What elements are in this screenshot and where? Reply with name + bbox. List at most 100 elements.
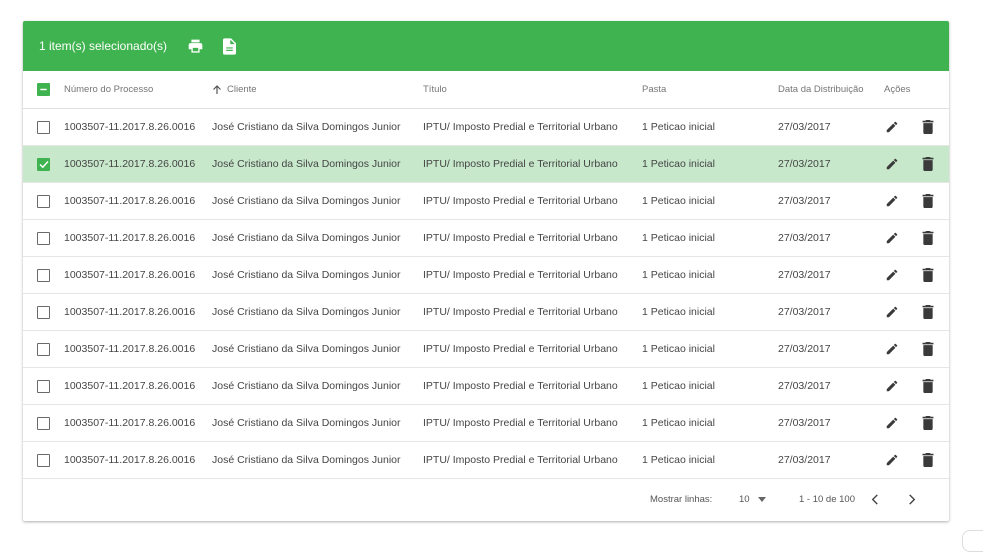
row-checkbox-cell — [37, 294, 50, 330]
cell-cliente: José Cristiano da Silva Domingos Junior — [212, 195, 401, 207]
cell-titulo: IPTU/ Imposto Predial e Territorial Urba… — [423, 121, 618, 133]
printer-icon[interactable] — [185, 36, 205, 56]
rows-per-page-label: Mostrar linhas: — [650, 493, 713, 505]
row-checkbox[interactable] — [37, 268, 50, 282]
row-checkbox[interactable] — [37, 120, 50, 134]
row-checkbox-cell — [37, 368, 50, 404]
table-row[interactable]: 1003507-11.2017.8.26.0016 José Cristiano … — [23, 183, 949, 220]
cell-pasta: 1 Peticao inicial — [642, 195, 715, 207]
edit-pencil-icon[interactable] — [883, 340, 901, 358]
edit-pencil-icon[interactable] — [883, 377, 901, 395]
table-row[interactable]: 1003507-11.2017.8.26.0016 José Cristiano … — [23, 109, 949, 146]
table-row[interactable]: 1003507-11.2017.8.26.0016 José Cristiano … — [23, 368, 949, 405]
cell-data: 27/03/2017 — [778, 158, 831, 170]
cell-numero: 1003507-11.2017.8.26.0016 — [64, 158, 196, 170]
cell-pasta: 1 Peticao inicial — [642, 158, 715, 170]
cell-pasta: 1 Peticao inicial — [642, 306, 715, 318]
table-row[interactable]: 1003507-11.2017.8.26.0016 José Cristiano … — [23, 331, 949, 368]
row-checkbox[interactable] — [37, 379, 50, 393]
cell-numero: 1003507-11.2017.8.26.0016 — [64, 306, 196, 318]
pagination-bar: Mostrar linhas: 10 1 - 10 de 100 — [23, 477, 949, 521]
chevron-left-icon[interactable] — [871, 477, 879, 521]
delete-trash-icon[interactable] — [919, 340, 937, 358]
delete-trash-icon[interactable] — [919, 377, 937, 395]
delete-trash-icon[interactable] — [919, 155, 937, 173]
table-row[interactable]: 1003507-11.2017.8.26.0016 José Cristiano … — [23, 257, 949, 294]
delete-trash-icon[interactable] — [919, 414, 937, 432]
cell-numero: 1003507-11.2017.8.26.0016 — [64, 380, 196, 392]
row-checkbox-cell — [37, 220, 50, 256]
edit-pencil-icon[interactable] — [883, 414, 901, 432]
table-row[interactable]: 1003507-11.2017.8.26.0016 José Cristiano … — [23, 294, 949, 331]
cell-data: 27/03/2017 — [778, 380, 831, 392]
row-checkbox[interactable] — [37, 157, 50, 171]
cell-pasta: 1 Peticao inicial — [642, 343, 715, 355]
select-all-checkbox[interactable] — [37, 83, 50, 96]
cell-data: 27/03/2017 — [778, 306, 831, 318]
rows-per-page-select[interactable]: 10 — [739, 477, 766, 521]
rows-per-page-value: 10 — [739, 493, 750, 505]
cell-titulo: IPTU/ Imposto Predial e Territorial Urba… — [423, 343, 618, 355]
delete-trash-icon[interactable] — [919, 229, 937, 247]
row-checkbox[interactable] — [37, 416, 50, 430]
cell-pasta: 1 Peticao inicial — [642, 232, 715, 244]
delete-trash-icon[interactable] — [919, 192, 937, 210]
cell-numero: 1003507-11.2017.8.26.0016 — [64, 121, 196, 133]
table-row[interactable]: 1003507-11.2017.8.26.0016 José Cristiano … — [23, 220, 949, 257]
column-header-numero[interactable]: Número do Processo — [64, 71, 153, 108]
cell-titulo: IPTU/ Imposto Predial e Territorial Urba… — [423, 454, 618, 466]
row-checkbox[interactable] — [37, 231, 50, 245]
row-checkbox[interactable] — [37, 453, 50, 467]
cell-cliente: José Cristiano da Silva Domingos Junior — [212, 232, 401, 244]
cell-pasta: 1 Peticao inicial — [642, 121, 715, 133]
row-checkbox[interactable] — [37, 305, 50, 319]
edit-pencil-icon[interactable] — [883, 118, 901, 136]
column-header-pasta[interactable]: Pasta — [642, 71, 666, 108]
cell-cliente: José Cristiano da Silva Domingos Junior — [212, 158, 401, 170]
column-header-cliente[interactable]: Cliente — [212, 71, 257, 108]
document-icon[interactable] — [219, 36, 239, 56]
cell-titulo: IPTU/ Imposto Predial e Territorial Urba… — [423, 380, 618, 392]
edit-pencil-icon[interactable] — [883, 229, 901, 247]
delete-trash-icon[interactable] — [919, 118, 937, 136]
column-header-cliente-label: Cliente — [227, 84, 257, 95]
cell-cliente: José Cristiano da Silva Domingos Junior — [212, 121, 401, 133]
cell-cliente: José Cristiano da Silva Domingos Junior — [212, 343, 401, 355]
arrow-up-icon — [212, 84, 222, 95]
cell-titulo: IPTU/ Imposto Predial e Territorial Urba… — [423, 232, 618, 244]
caret-down-icon — [757, 496, 766, 502]
table-row[interactable]: 1003507-11.2017.8.26.0016 José Cristiano … — [23, 146, 949, 183]
row-checkbox-cell — [37, 257, 50, 293]
selection-toolbar: 1 item(s) selecionado(s) — [23, 21, 949, 71]
chevron-right-icon[interactable] — [908, 477, 916, 521]
edit-pencil-icon[interactable] — [883, 303, 901, 321]
cell-data: 27/03/2017 — [778, 269, 831, 281]
table-row[interactable]: 1003507-11.2017.8.26.0016 José Cristiano … — [23, 405, 949, 442]
cell-cliente: José Cristiano da Silva Domingos Junior — [212, 454, 401, 466]
row-checkbox-cell — [37, 109, 50, 145]
table-row[interactable]: 1003507-11.2017.8.26.0016 José Cristiano … — [23, 442, 949, 479]
cell-titulo: IPTU/ Imposto Predial e Territorial Urba… — [423, 158, 618, 170]
column-header-data[interactable]: Data da Distribuição — [778, 71, 864, 108]
row-checkbox[interactable] — [37, 194, 50, 208]
edit-pencil-icon[interactable] — [883, 192, 901, 210]
row-checkbox-cell — [37, 331, 50, 367]
cell-data: 27/03/2017 — [778, 454, 831, 466]
cell-numero: 1003507-11.2017.8.26.0016 — [64, 454, 196, 466]
delete-trash-icon[interactable] — [919, 451, 937, 469]
cell-data: 27/03/2017 — [778, 343, 831, 355]
column-header-titulo[interactable]: Título — [423, 71, 447, 108]
row-checkbox[interactable] — [37, 342, 50, 356]
edit-pencil-icon[interactable] — [883, 155, 901, 173]
cell-pasta: 1 Peticao inicial — [642, 269, 715, 281]
edit-pencil-icon[interactable] — [883, 266, 901, 284]
pagination-range: 1 - 10 de 100 — [799, 493, 855, 505]
cell-data: 27/03/2017 — [778, 195, 831, 207]
cell-numero: 1003507-11.2017.8.26.0016 — [64, 269, 196, 281]
delete-trash-icon[interactable] — [919, 266, 937, 284]
edit-pencil-icon[interactable] — [883, 451, 901, 469]
cell-titulo: IPTU/ Imposto Predial e Territorial Urba… — [423, 417, 618, 429]
cell-numero: 1003507-11.2017.8.26.0016 — [64, 417, 196, 429]
select-all-cell — [37, 71, 50, 108]
delete-trash-icon[interactable] — [919, 303, 937, 321]
